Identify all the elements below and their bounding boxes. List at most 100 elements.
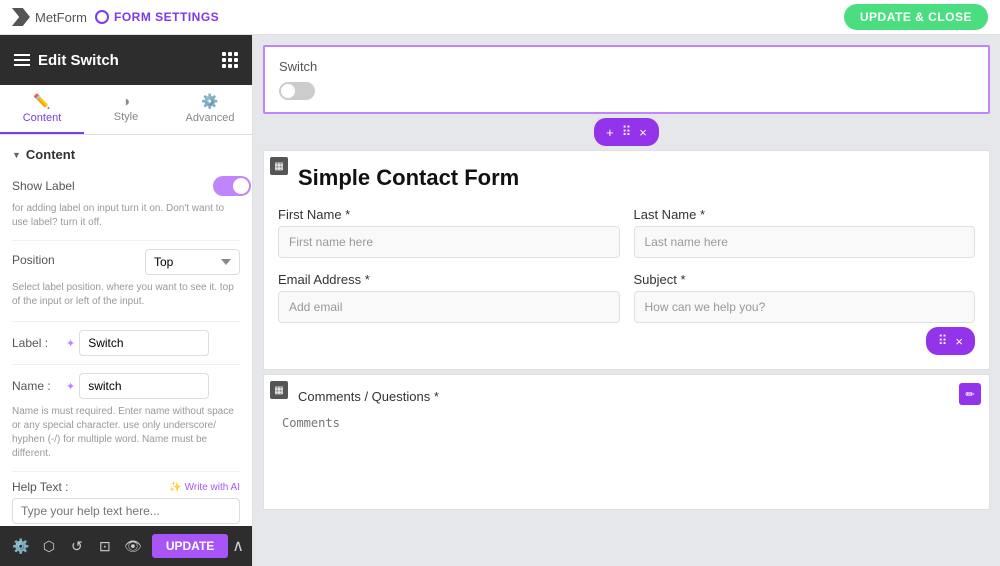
- form-section: ▦ Simple Contact Form First Name * First…: [263, 150, 990, 370]
- form-field-lastname: Last Name * Last name here: [634, 207, 976, 258]
- content-section-title: Content: [12, 147, 240, 162]
- name-field-hint: Name is must required. Enter name withou…: [12, 405, 240, 461]
- divider-2: [12, 321, 240, 322]
- hamburger-icon[interactable]: [14, 54, 30, 66]
- position-select[interactable]: Top Left Right Bottom: [145, 249, 240, 275]
- subject-input[interactable]: How can we help you?: [634, 291, 976, 323]
- content-tab-label: Content: [23, 112, 62, 124]
- float-toolbar-1: + ⠿ ×: [594, 118, 659, 146]
- lastname-input[interactable]: Last name here: [634, 226, 976, 258]
- help-text-input[interactable]: [12, 498, 240, 524]
- form-section-handle[interactable]: ▦: [270, 157, 288, 175]
- comments-handle[interactable]: ▦: [270, 381, 288, 399]
- float-toolbar-1-container: + ⠿ ×: [253, 118, 1000, 146]
- switch-widget-label: Switch: [279, 59, 974, 74]
- update-button[interactable]: UPDATE: [152, 534, 228, 558]
- settings-toolbar-icon[interactable]: ⚙️: [8, 532, 34, 560]
- name-field-input[interactable]: [79, 373, 209, 399]
- firstname-input[interactable]: First name here: [278, 226, 620, 258]
- comments-label: Comments / Questions *: [278, 389, 975, 404]
- eye-toolbar-icon[interactable]: 👁: [120, 532, 146, 560]
- label-field-input[interactable]: [79, 330, 209, 356]
- comments-edit-button[interactable]: ✏: [959, 383, 981, 405]
- name-magic-icon: ✦: [66, 380, 75, 393]
- write-ai-button[interactable]: ✨ Write with AI: [169, 482, 240, 493]
- history-toolbar-icon[interactable]: ↺: [64, 532, 90, 560]
- style-tab-icon: ◑: [122, 93, 130, 109]
- style-tab-label: Style: [114, 111, 138, 123]
- form-settings-link[interactable]: FORM SETTINGS: [95, 10, 219, 24]
- name-field-row: Name : ✦: [12, 373, 240, 399]
- responsive-toolbar-icon[interactable]: ⊡: [92, 532, 118, 560]
- panel-content: Content Show Label Yes for adding label …: [0, 135, 252, 526]
- label-field-label: Label :: [12, 336, 62, 350]
- show-label-hint: for adding label on input turn it on. Do…: [12, 202, 240, 230]
- tab-style[interactable]: ◑ Style: [84, 85, 168, 134]
- float-move-button[interactable]: ⠿: [620, 122, 634, 142]
- form-field-subject: Subject * How can we help you?: [634, 272, 976, 323]
- main-layout: Edit Switch ✏️ Content ◑ Style ⚙️ Advanc…: [0, 35, 1000, 566]
- advanced-tab-label: Advanced: [186, 112, 235, 124]
- comments-textarea[interactable]: [278, 412, 975, 492]
- show-label-toggle[interactable]: [213, 176, 251, 196]
- canvas-area[interactable]: Switch + ⠿ × ▦ Simple Contact Form First…: [253, 35, 1000, 566]
- help-text-label: Help Text :: [12, 480, 68, 494]
- float-close-button[interactable]: ×: [637, 123, 649, 142]
- tab-content[interactable]: ✏️ Content: [0, 85, 84, 134]
- gear-icon: [95, 10, 109, 24]
- form-field-email: Email Address * Add email: [278, 272, 620, 323]
- float2-move-button[interactable]: ⠿: [936, 331, 950, 351]
- switch-toggle-off[interactable]: [279, 82, 315, 100]
- divider-3: [12, 364, 240, 365]
- advanced-tab-icon: ⚙️: [201, 93, 218, 110]
- help-text-row: Help Text : ✨ Write with AI: [12, 480, 240, 494]
- update-close-button[interactable]: UPDATE & CLOSE: [844, 4, 988, 30]
- metform-logo: MetForm: [12, 8, 87, 26]
- logo-text: MetForm: [35, 10, 87, 25]
- position-group: Position Top Left Right Bottom Select la…: [12, 249, 240, 309]
- float-toolbar-2: ⠿ ×: [926, 327, 975, 355]
- form-field-firstname: First Name * First name here: [278, 207, 620, 258]
- content-tab-icon: ✏️: [33, 93, 50, 110]
- switch-widget: Switch: [263, 45, 990, 114]
- expand-button[interactable]: ∧: [232, 536, 244, 556]
- position-select-wrap: Top Left Right Bottom: [145, 249, 240, 275]
- email-label: Email Address *: [278, 272, 620, 287]
- float2-close-button[interactable]: ×: [953, 332, 965, 351]
- divider-1: [12, 240, 240, 241]
- show-label-row: Show Label Yes: [12, 176, 240, 196]
- top-bar: MetForm FORM SETTINGS UPDATE & CLOSE: [0, 0, 1000, 35]
- comments-section: ▦ ✏ Comments / Questions *: [263, 374, 990, 510]
- position-hint: Select label position. where you want to…: [12, 281, 240, 309]
- bottom-toolbar: ⚙️ ⬡ ↺ ⊡ 👁 UPDATE ∧: [0, 526, 252, 566]
- tab-advanced[interactable]: ⚙️ Advanced: [168, 85, 252, 134]
- label-field-row: Label : ✦: [12, 330, 240, 356]
- lastname-label: Last Name *: [634, 207, 976, 222]
- form-title: Simple Contact Form: [278, 165, 975, 191]
- show-label-toggle-wrap: Yes: [213, 176, 240, 196]
- top-bar-left: MetForm FORM SETTINGS: [12, 8, 219, 26]
- switch-toggle-knob: [281, 84, 295, 98]
- firstname-label: First Name *: [278, 207, 620, 222]
- position-label: Position: [12, 253, 55, 267]
- magic-wand-icon: ✦: [66, 337, 75, 350]
- panel-title: Edit Switch: [38, 52, 119, 69]
- panel-tabs: ✏️ Content ◑ Style ⚙️ Advanced: [0, 85, 252, 135]
- layers-toolbar-icon[interactable]: ⬡: [36, 532, 62, 560]
- toggle-knob: [233, 178, 249, 194]
- logo-icon: [12, 8, 30, 26]
- apps-grid-icon[interactable]: [222, 52, 238, 68]
- name-field-label: Name :: [12, 379, 62, 393]
- divider-4: [12, 471, 240, 472]
- float-add-button[interactable]: +: [604, 123, 616, 142]
- email-input[interactable]: Add email: [278, 291, 620, 323]
- position-row: Position Top Left Right Bottom: [12, 249, 240, 275]
- form-settings-label: FORM SETTINGS: [114, 10, 219, 24]
- show-label-label: Show Label: [12, 179, 75, 193]
- form-grid: First Name * First name here Last Name *…: [278, 207, 975, 323]
- panel-header: Edit Switch: [0, 35, 252, 85]
- float-toolbar-2-container: ⠿ ×: [278, 327, 975, 355]
- panel-header-left: Edit Switch: [14, 52, 119, 69]
- left-panel: Edit Switch ✏️ Content ◑ Style ⚙️ Advanc…: [0, 35, 253, 566]
- subject-label: Subject *: [634, 272, 976, 287]
